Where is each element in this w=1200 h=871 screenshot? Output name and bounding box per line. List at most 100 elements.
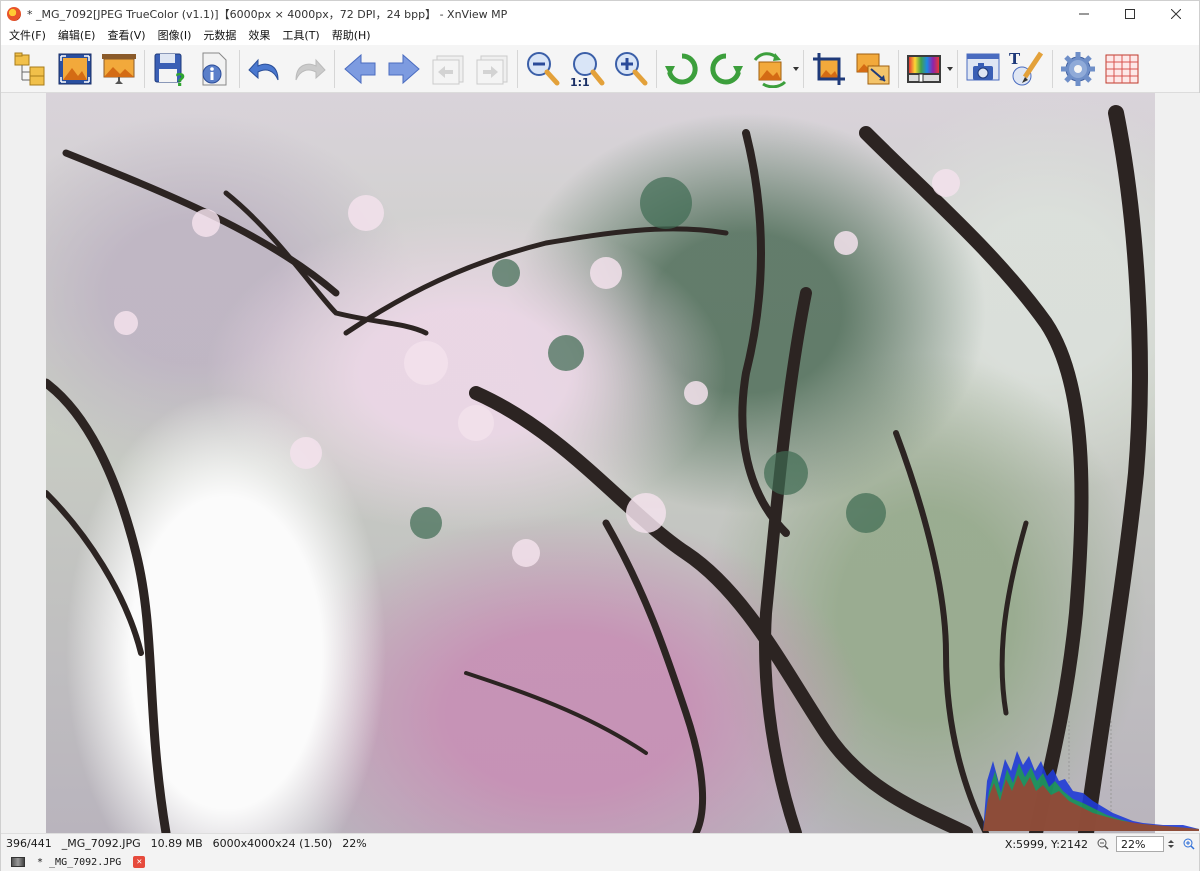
- zoom-100-button[interactable]: 1:1: [565, 47, 609, 91]
- undo-icon: [248, 58, 279, 80]
- zoom-spinner[interactable]: [1167, 836, 1175, 852]
- tab-label: * _MG_7092.JPG: [37, 856, 122, 868]
- redo-button[interactable]: [287, 47, 331, 91]
- tab-mg-7092[interactable]: * _MG_7092.JPG ✕: [37, 856, 146, 868]
- redo-icon: [295, 58, 326, 80]
- adjust-colors-button[interactable]: [902, 47, 946, 91]
- zoom-spin-down[interactable]: [1168, 845, 1174, 848]
- screen-capture-icon: [966, 53, 1000, 80]
- save-icon: ?: [154, 53, 185, 88]
- menu-edit[interactable]: 编辑(E): [52, 26, 102, 45]
- properties-icon: [202, 52, 227, 85]
- zoom-out-button[interactable]: [521, 47, 565, 91]
- minimize-icon: [1079, 13, 1089, 14]
- undo-button[interactable]: [243, 47, 287, 91]
- status-image-index: 396/441: [6, 837, 52, 850]
- zoom-in-small-button[interactable]: [1182, 837, 1196, 851]
- resize-icon: [856, 53, 890, 84]
- xnview-logo-icon: [7, 6, 21, 21]
- flip-dropdown[interactable]: [792, 47, 800, 91]
- toolbar-separator: [517, 49, 518, 88]
- zoom-100-label: 1:1: [570, 76, 590, 88]
- menu-image[interactable]: 图像(I): [152, 26, 198, 45]
- menu-metadata[interactable]: 元数据: [197, 26, 242, 45]
- zoom-input[interactable]: 22%: [1116, 836, 1164, 852]
- save-button[interactable]: ?: [148, 47, 192, 91]
- grid-button[interactable]: [1100, 47, 1144, 91]
- zoom-in-button[interactable]: [609, 47, 653, 91]
- status-zoom: 22%: [342, 837, 367, 850]
- adjust-colors-icon: [907, 54, 941, 83]
- menu-view[interactable]: 查看(V): [101, 26, 151, 45]
- crop-icon: [813, 52, 845, 85]
- app-window: * _MG_7092[JPEG TrueColor (v1.1)]【6000px…: [0, 0, 1200, 871]
- add-text-label: T: [1009, 50, 1021, 68]
- properties-button[interactable]: [192, 47, 236, 91]
- menu-effects[interactable]: 效果: [242, 26, 276, 45]
- crop-button[interactable]: [807, 47, 851, 91]
- status-dimensions: 6000x4000x24 (1.50): [212, 837, 333, 850]
- histogram-overlay: [983, 721, 1199, 831]
- previous-image-button[interactable]: [338, 47, 382, 91]
- zoom-out-icon: [527, 51, 560, 85]
- previous-image-icon: [344, 53, 376, 84]
- toolbar-separator: [656, 49, 657, 88]
- menu-bar: 文件(F) 编辑(E) 查看(V) 图像(I) 元数据 效果 工具(T) 帮助(…: [1, 26, 1199, 45]
- next-image-button[interactable]: [382, 47, 426, 91]
- toolbar: ? 1:1 T: [1, 45, 1199, 93]
- minimize-button[interactable]: [1061, 1, 1107, 26]
- title-bar[interactable]: * _MG_7092[JPEG TrueColor (v1.1)]【6000px…: [1, 1, 1199, 26]
- settings-button[interactable]: [1056, 47, 1100, 91]
- close-button[interactable]: [1153, 1, 1199, 26]
- toolbar-separator: [1052, 49, 1053, 88]
- browser-button[interactable]: [9, 47, 53, 91]
- rotate-left-button[interactable]: [660, 47, 704, 91]
- window-title: * _MG_7092[JPEG TrueColor (v1.1)]【6000px…: [27, 7, 508, 21]
- add-text-icon: T: [1009, 50, 1044, 85]
- rotate-right-icon: [710, 52, 743, 84]
- add-text-button[interactable]: T: [1005, 47, 1049, 91]
- zoom-input-value: 22%: [1121, 837, 1146, 851]
- status-filesize: 10.89 MB: [150, 837, 203, 850]
- menu-file[interactable]: 文件(F): [3, 26, 52, 45]
- zoom-spin-up[interactable]: [1168, 840, 1174, 843]
- flip-button[interactable]: [748, 47, 792, 91]
- first-image-button[interactable]: [426, 47, 470, 91]
- fullscreen-icon: [58, 53, 92, 84]
- adjust-colors-dropdown[interactable]: [946, 47, 954, 91]
- document-tab-bar: * _MG_7092.JPG ✕: [1, 853, 1199, 871]
- toolbar-separator: [957, 49, 958, 88]
- toolbar-separator: [239, 49, 240, 88]
- screen-capture-button[interactable]: [961, 47, 1005, 91]
- status-filename: _MG_7092.JPG: [61, 837, 141, 850]
- fullscreen-button[interactable]: [53, 47, 97, 91]
- toolbar-separator: [803, 49, 804, 88]
- slideshow-button[interactable]: [97, 47, 141, 91]
- image-viewer[interactable]: [1, 93, 1200, 833]
- settings-icon: [1061, 51, 1095, 86]
- tab-close-icon[interactable]: ✕: [133, 856, 146, 868]
- maximize-button[interactable]: [1107, 1, 1153, 26]
- menu-help[interactable]: 帮助(H): [326, 26, 377, 45]
- resize-button[interactable]: [851, 47, 895, 91]
- zoom-out-small-icon: [1097, 838, 1109, 850]
- next-image-icon: [388, 53, 420, 84]
- toolbar-separator: [334, 49, 335, 88]
- toolbar-separator: [144, 49, 145, 88]
- svg-text:?: ?: [175, 70, 185, 88]
- toolbar-separator: [898, 49, 899, 88]
- zoom-100-icon: 1:1: [570, 51, 605, 88]
- close-icon: [1171, 8, 1181, 19]
- status-cursor-coords: X:5999, Y:2142: [1004, 837, 1088, 851]
- rotate-right-button[interactable]: [704, 47, 748, 91]
- maximize-icon: [1125, 8, 1135, 19]
- status-bar: 396/441 _MG_7092.JPG 10.89 MB 6000x4000x…: [1, 833, 1199, 853]
- first-image-icon: [432, 55, 464, 84]
- slideshow-icon: [102, 53, 136, 84]
- tab-thumbnail-icon: [11, 857, 25, 867]
- zoom-out-small-button[interactable]: [1096, 837, 1110, 851]
- menu-tools[interactable]: 工具(T): [276, 26, 325, 45]
- last-image-button[interactable]: [470, 47, 514, 91]
- histogram-graph: [983, 721, 1199, 831]
- browser-folders-icon: [14, 52, 45, 85]
